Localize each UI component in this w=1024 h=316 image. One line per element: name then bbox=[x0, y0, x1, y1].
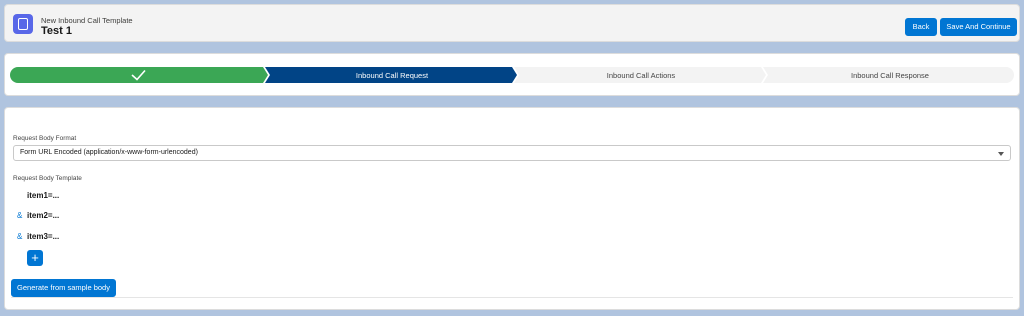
divider bbox=[11, 297, 1013, 298]
progress-path: Inbound Call Request Inbound Call Action… bbox=[10, 67, 1014, 83]
step-label-response: Inbound Call Response bbox=[851, 71, 929, 80]
save-and-continue-button[interactable]: Save And Continue bbox=[940, 18, 1017, 36]
select-value: Form URL Encoded (application/x-www-form… bbox=[20, 149, 198, 156]
chevron-down-icon bbox=[998, 152, 1004, 156]
generate-from-sample-body-button[interactable]: Generate from sample body bbox=[11, 279, 116, 297]
request-form-card: Request Body Format Form URL Encoded (ap… bbox=[4, 107, 1020, 310]
template-item-3[interactable]: item3=... bbox=[27, 232, 59, 241]
ampersand-prefix: & bbox=[17, 232, 23, 241]
step-label-actions: Inbound Call Actions bbox=[607, 71, 676, 80]
request-body-format-label: Request Body Format bbox=[13, 135, 77, 142]
back-button[interactable]: Back bbox=[905, 18, 937, 36]
ampersand-prefix: & bbox=[17, 211, 23, 220]
template-item-1[interactable]: item1=... bbox=[27, 191, 59, 200]
step-label-request: Inbound Call Request bbox=[356, 71, 429, 80]
request-body-format-select[interactable]: Form URL Encoded (application/x-www-form… bbox=[13, 145, 1011, 161]
page-subtitle: New Inbound Call Template bbox=[41, 16, 133, 25]
add-item-button[interactable]: + bbox=[27, 250, 43, 266]
path-step-complete[interactable] bbox=[10, 67, 268, 83]
progress-path-card: Inbound Call Request Inbound Call Action… bbox=[4, 53, 1020, 96]
template-icon bbox=[13, 14, 33, 34]
page-header: New Inbound Call Template Test 1 Back Sa… bbox=[4, 4, 1020, 42]
request-body-template-label: Request Body Template bbox=[13, 175, 82, 182]
template-item-2[interactable]: item2=... bbox=[27, 211, 59, 220]
page-title: Test 1 bbox=[41, 25, 72, 37]
